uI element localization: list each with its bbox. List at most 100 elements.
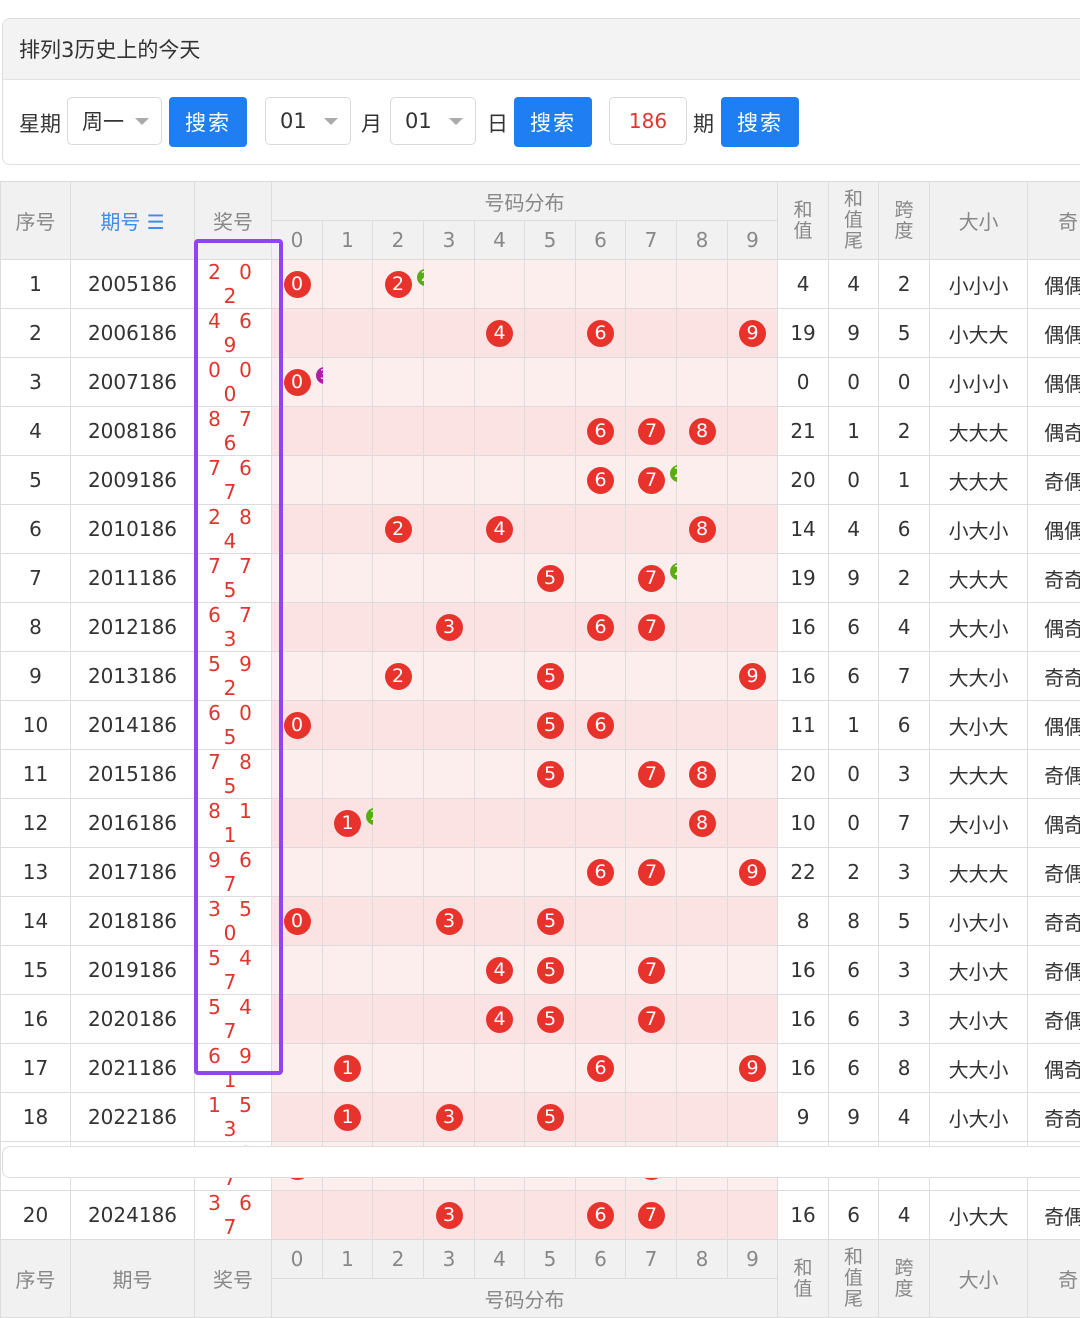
distribution-cell: 8	[677, 505, 728, 554]
month-select[interactable]: 01	[265, 97, 351, 145]
seq-cell: 3	[1, 358, 71, 407]
prize-cell: 5 9 2	[195, 652, 272, 701]
distribution-cell: 3	[424, 1191, 475, 1240]
distribution-cell	[323, 309, 373, 358]
distribution-cell	[272, 946, 323, 995]
number-ball: 6	[587, 614, 614, 641]
prize-cell: 8 1 1	[195, 799, 272, 848]
number-ball: 7	[638, 467, 665, 494]
distribution-cell	[323, 995, 373, 1044]
distribution-cell	[475, 603, 525, 652]
day-select[interactable]: 01	[390, 97, 476, 145]
prize-cell: 1 5 3	[195, 1093, 272, 1142]
distribution-cell: 5	[525, 554, 576, 603]
distribution-cell	[475, 897, 525, 946]
size-cell: 小小小	[930, 358, 1028, 407]
size-cell: 大大大	[930, 750, 1028, 799]
distribution-cell	[323, 946, 373, 995]
issue-search-button[interactable]: 搜索	[721, 97, 799, 147]
sum-cell: 20	[778, 456, 829, 505]
distribution-cell	[677, 456, 728, 505]
distribution-cell	[373, 799, 424, 848]
footer-digit-6: 6	[576, 1240, 626, 1279]
header-issue[interactable]: 期号 ☰	[71, 182, 195, 260]
number-ball: 8	[689, 418, 716, 445]
number-ball: 3	[436, 614, 463, 641]
issue-cell: 2020186	[71, 995, 195, 1044]
seq-cell: 1	[1, 260, 71, 309]
distribution-cell: 8	[677, 799, 728, 848]
distribution-cell: 4	[475, 505, 525, 554]
weekday-select[interactable]: 周一	[67, 97, 162, 145]
distribution-cell	[677, 1191, 728, 1240]
size-cell: 大小大	[930, 946, 1028, 995]
issue-cell: 2018186	[71, 897, 195, 946]
sum-cell: 16	[778, 995, 829, 1044]
search-form: 星期 周一 搜索 01 月 01 日 搜索 186 期 搜索	[3, 80, 1080, 164]
date-search-button[interactable]: 搜索	[514, 97, 592, 147]
distribution-cell	[626, 309, 677, 358]
size-cell: 小大小	[930, 897, 1028, 946]
footer-digit-2: 2	[373, 1240, 424, 1279]
distribution-cell	[475, 1044, 525, 1093]
number-ball: 6	[587, 1202, 614, 1229]
number-ball: 1	[334, 1055, 361, 1082]
footer-seq: 序号	[1, 1240, 71, 1318]
distribution-cell	[728, 407, 778, 456]
sum-cell: 16	[778, 946, 829, 995]
distribution-cell: 5	[525, 995, 576, 1044]
number-ball: 2	[385, 663, 412, 690]
number-ball: 3	[436, 1104, 463, 1131]
distribution-cell	[373, 995, 424, 1044]
distribution-cell	[424, 1044, 475, 1093]
issue-cell: 2010186	[71, 505, 195, 554]
month-label: 月	[361, 108, 382, 138]
distribution-cell: 6	[576, 1191, 626, 1240]
weekday-search-button[interactable]: 搜索	[169, 97, 247, 147]
distribution-cell	[272, 652, 323, 701]
distribution-cell	[626, 1044, 677, 1093]
number-ball: 8	[689, 516, 716, 543]
digit-header-1: 1	[323, 221, 373, 260]
distribution-cell	[576, 652, 626, 701]
seq-cell: 10	[1, 701, 71, 750]
number-ball: 5	[537, 712, 564, 739]
prize-cell: 7 8 5	[195, 750, 272, 799]
distribution-cell	[626, 505, 677, 554]
issue-cell: 2006186	[71, 309, 195, 358]
number-ball: 5	[537, 1006, 564, 1033]
size-cell: 大大大	[930, 554, 1028, 603]
distribution-cell	[373, 701, 424, 750]
span-cell: 1	[879, 456, 930, 505]
issue-cell: 2019186	[71, 946, 195, 995]
table-row: 1720211866 9 11691668大大小偶奇	[1, 1044, 1080, 1093]
distribution-cell	[576, 750, 626, 799]
number-ball: 4	[486, 957, 513, 984]
span-cell: 7	[879, 799, 930, 848]
distribution-cell: 3	[424, 1093, 475, 1142]
distribution-cell	[677, 946, 728, 995]
odd-even-cell: 奇奇	[1028, 1093, 1080, 1142]
distribution-cell	[424, 799, 475, 848]
issue-input[interactable]: 186	[609, 97, 687, 145]
distribution-cell	[272, 1191, 323, 1240]
size-cell: 大小大	[930, 701, 1028, 750]
distribution-cell	[728, 554, 778, 603]
chevron-down-icon	[135, 118, 149, 125]
panel-title: 排列3历史上的今天	[3, 19, 1080, 80]
distribution-cell: 2	[373, 652, 424, 701]
distribution-cell: 1	[323, 1044, 373, 1093]
distribution-cell	[626, 799, 677, 848]
table-row: 920131865 9 22591667大大小奇奇	[1, 652, 1080, 701]
weekday-value: 周一	[82, 106, 124, 136]
prize-cell: 5 4 7	[195, 995, 272, 1044]
number-ball: 7	[638, 761, 665, 788]
sum-tail-cell: 9	[829, 309, 879, 358]
distribution-cell	[677, 603, 728, 652]
sort-icon[interactable]: ☰	[147, 210, 165, 234]
distribution-cell	[576, 554, 626, 603]
distribution-cell	[626, 897, 677, 946]
distribution-cell: 7	[626, 1191, 677, 1240]
distribution-cell	[424, 358, 475, 407]
distribution-cell: 22	[373, 260, 424, 309]
